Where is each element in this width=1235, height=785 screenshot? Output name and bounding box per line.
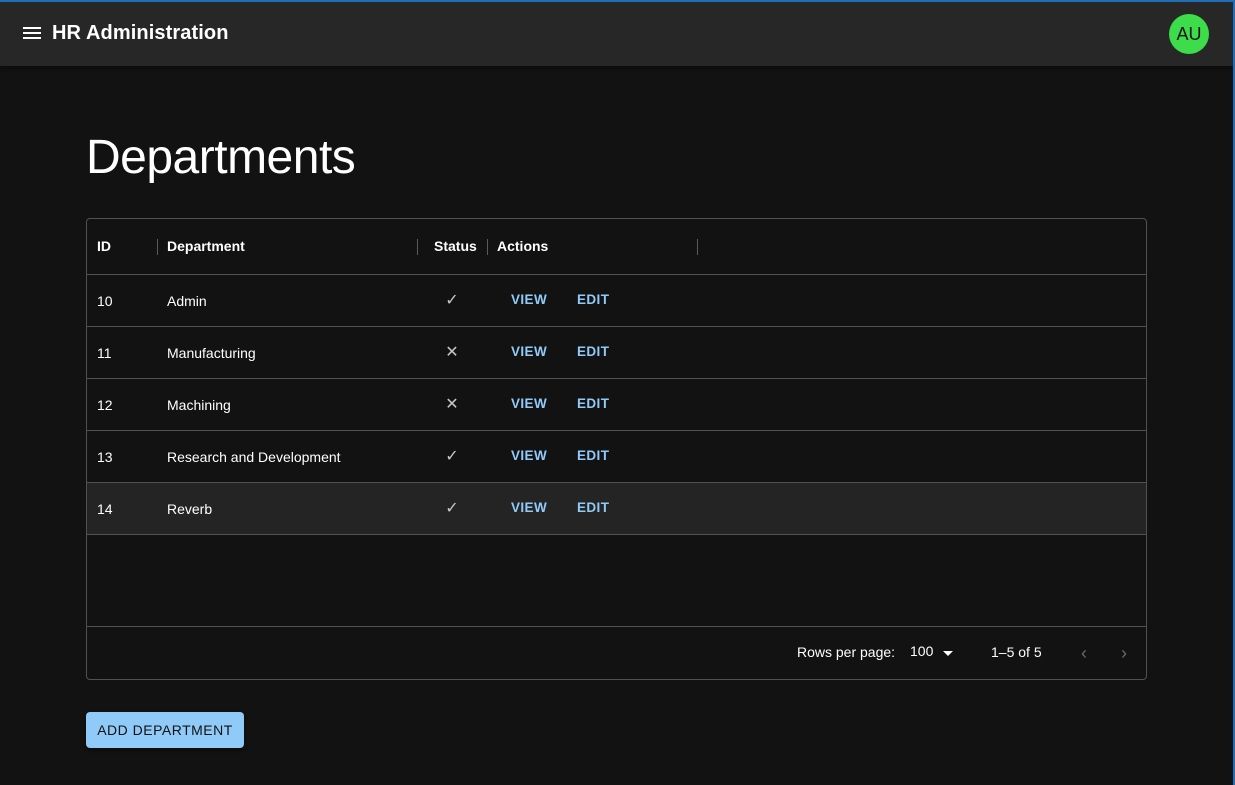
table-row[interactable]: 13 Research and Development ✓ VIEW EDIT [87, 431, 1146, 483]
cell-department: Machining [167, 397, 231, 413]
column-separator[interactable] [697, 239, 698, 255]
column-header-department[interactable]: Department [167, 238, 245, 254]
close-icon: ✕ [445, 396, 459, 413]
rows-per-page-label: Rows per page: [797, 644, 896, 660]
view-button[interactable]: VIEW [511, 292, 547, 307]
column-separator[interactable] [487, 239, 488, 255]
cell-department: Research and Development [167, 449, 341, 465]
rows-per-page-select[interactable]: 100 [910, 643, 933, 659]
cell-department: Manufacturing [167, 345, 256, 361]
app-title: HR Administration [52, 22, 229, 44]
user-avatar[interactable]: AU [1169, 14, 1209, 54]
cell-department: Admin [167, 293, 207, 309]
chevron-right-icon[interactable]: › [1114, 643, 1134, 663]
dropdown-arrow-icon[interactable] [943, 651, 953, 656]
menu-icon[interactable] [22, 24, 42, 42]
table-row[interactable]: 12 Machining ✕ VIEW EDIT [87, 379, 1146, 431]
column-header-actions[interactable]: Actions [497, 238, 548, 254]
cell-id: 14 [97, 501, 113, 517]
chevron-left-icon[interactable]: ‹ [1074, 643, 1094, 663]
edit-button[interactable]: EDIT [577, 448, 609, 463]
edit-button[interactable]: EDIT [577, 292, 609, 307]
table-row[interactable]: 14 Reverb ✓ VIEW EDIT [87, 483, 1146, 535]
table-header: ID Department Status Actions [87, 219, 1146, 275]
cell-department: Reverb [167, 501, 213, 517]
view-button[interactable]: VIEW [511, 396, 547, 411]
view-button[interactable]: VIEW [511, 500, 547, 515]
check-icon: ✓ [445, 292, 459, 309]
edit-button[interactable]: EDIT [577, 344, 609, 359]
cell-id: 11 [97, 345, 112, 361]
edit-button[interactable]: EDIT [577, 500, 609, 515]
check-icon: ✓ [445, 448, 459, 465]
table-row[interactable]: 11 Manufacturing ✕ VIEW EDIT [87, 327, 1146, 379]
column-header-id[interactable]: ID [97, 238, 111, 254]
app-bar: HR Administration AU [0, 0, 1233, 66]
column-header-status[interactable]: Status [434, 238, 477, 254]
departments-table: ID Department Status Actions 10 Admin ✓ … [86, 218, 1147, 680]
page-title: Departments [86, 131, 356, 184]
close-icon: ✕ [445, 344, 459, 361]
column-separator[interactable] [417, 239, 418, 255]
cell-id: 12 [97, 397, 113, 413]
column-separator[interactable] [157, 239, 158, 255]
check-icon: ✓ [445, 500, 459, 517]
cell-id: 13 [97, 449, 113, 465]
table-pagination: Rows per page: 100 1–5 of 5 ‹ › [87, 626, 1146, 679]
view-button[interactable]: VIEW [511, 344, 547, 359]
edit-button[interactable]: EDIT [577, 396, 609, 411]
cell-id: 10 [97, 293, 113, 309]
pagination-range: 1–5 of 5 [991, 644, 1042, 660]
add-department-button[interactable]: ADD DEPARTMENT [86, 712, 244, 748]
table-row[interactable]: 10 Admin ✓ VIEW EDIT [87, 275, 1146, 327]
view-button[interactable]: VIEW [511, 448, 547, 463]
